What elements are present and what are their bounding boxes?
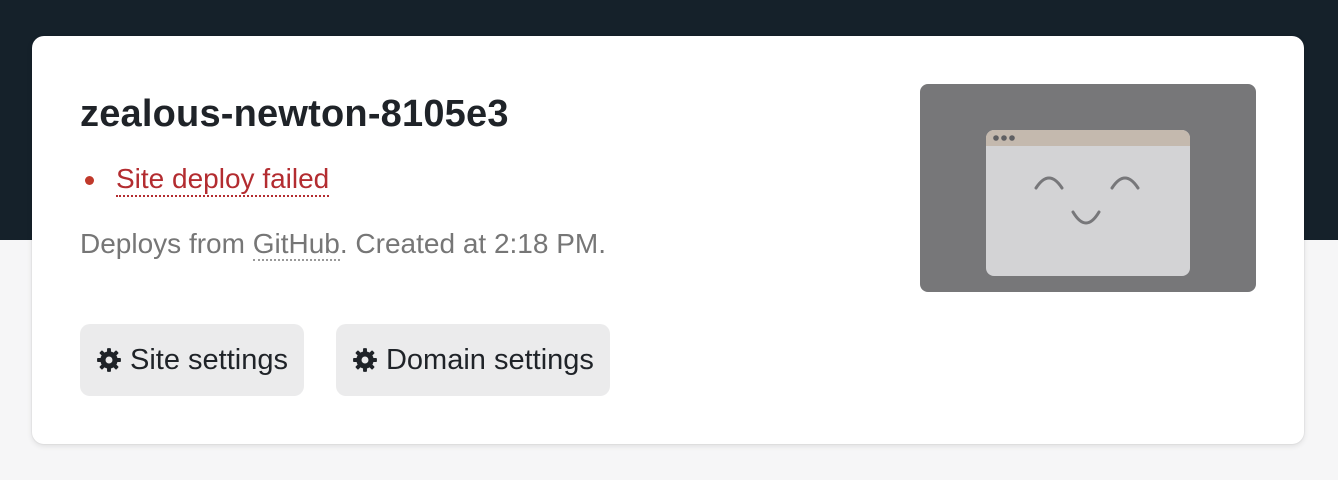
- deploy-status: Site deploy failed: [80, 162, 330, 198]
- site-preview-thumbnail[interactable]: [920, 84, 1256, 292]
- deploy-info: Deploys from GitHub. Created at 2:18 PM.: [80, 224, 606, 264]
- site-settings-button[interactable]: Site settings: [80, 324, 304, 396]
- smiling-browser-icon: [986, 130, 1190, 276]
- github-link[interactable]: GitHub: [252, 228, 340, 261]
- deploy-info-suffix: . Created at 2:18 PM.: [339, 228, 607, 259]
- gear-icon: [97, 348, 121, 372]
- site-settings-label: Site settings: [130, 343, 288, 376]
- deploy-info-prefix: Deploys from: [80, 228, 253, 259]
- gear-icon: [353, 348, 377, 372]
- domain-settings-label: Domain settings: [385, 343, 594, 376]
- site-name[interactable]: zealous-newton-8105e3: [80, 88, 509, 140]
- status-dot-icon: [85, 175, 94, 185]
- deploy-status-link[interactable]: Site deploy failed: [116, 163, 330, 197]
- site-card: zealous-newton-8105e3 Site deploy failed…: [32, 36, 1304, 444]
- domain-settings-button[interactable]: Domain settings: [335, 324, 610, 396]
- site-actions: Site settings Domain settings: [80, 324, 610, 396]
